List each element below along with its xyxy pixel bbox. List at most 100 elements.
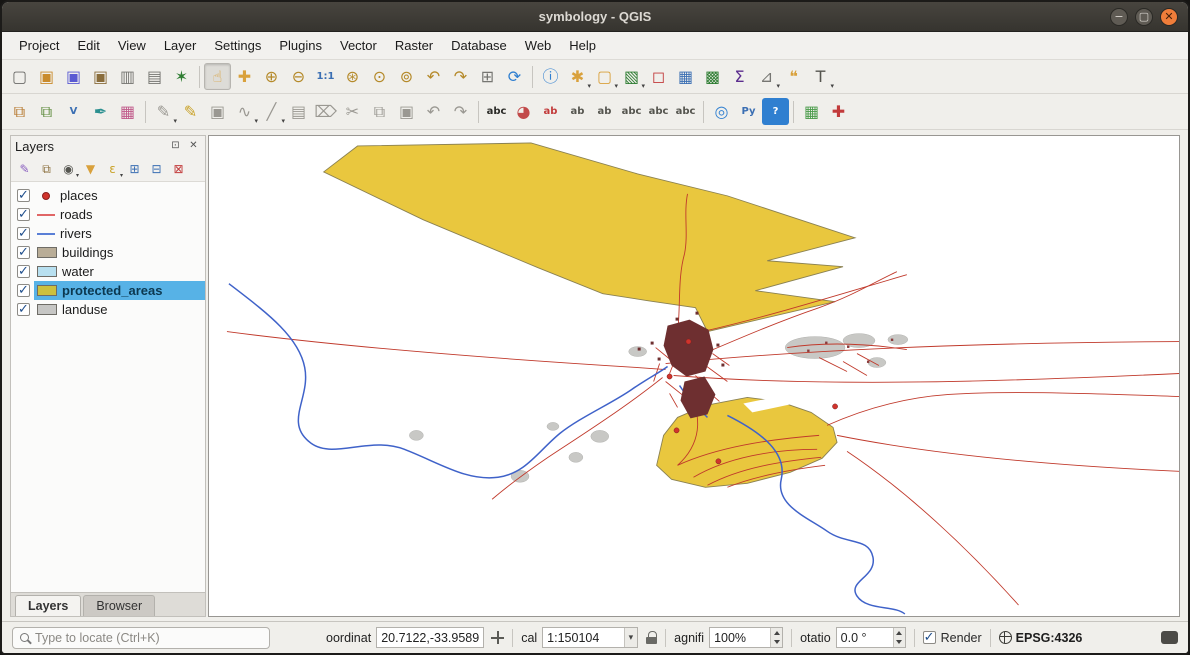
save-project-icon[interactable]: ▣ <box>60 63 87 90</box>
title-bar[interactable]: symbology - QGIS −▢✕ <box>2 2 1188 32</box>
select-features-icon[interactable]: ▢ <box>591 63 618 90</box>
pan-to-selection-icon[interactable]: ✚ <box>231 63 258 90</box>
menu-settings[interactable]: Settings <box>205 34 270 57</box>
layer-checkbox[interactable] <box>17 284 30 297</box>
text-annotation-icon[interactable]: T <box>807 63 834 90</box>
collapse-all-icon[interactable]: ⊟ <box>146 158 167 179</box>
menu-edit[interactable]: Edit <box>68 34 108 57</box>
layer-labeling-icon[interactable]: abc <box>483 98 510 125</box>
minimize-button[interactable]: − <box>1110 8 1128 26</box>
crs-label[interactable]: EPSG:4326 <box>1016 631 1083 645</box>
current-edits-icon[interactable]: ✎ <box>150 98 177 125</box>
tab-browser[interactable]: Browser <box>83 595 155 616</box>
magnifier-input[interactable] <box>710 628 770 647</box>
new-project-icon[interactable]: ▢ <box>6 63 33 90</box>
refresh-icon[interactable]: ⟳ <box>501 63 528 90</box>
menu-database[interactable]: Database <box>442 34 516 57</box>
layer-rivers[interactable]: rivers <box>17 224 205 243</box>
menu-plugins[interactable]: Plugins <box>270 34 331 57</box>
new-geopackage-layer-icon[interactable]: ✒ <box>87 98 114 125</box>
help-icon[interactable]: ? <box>762 98 789 125</box>
change-label-icon[interactable]: abc <box>672 98 699 125</box>
add-vector-layer-icon[interactable]: ⧉ <box>33 98 60 125</box>
style-manager-icon[interactable]: ✶ <box>168 63 195 90</box>
scale-combo[interactable] <box>542 627 638 648</box>
delete-selected-icon[interactable]: ⌦ <box>312 98 339 125</box>
layer-row-body[interactable]: roads <box>34 205 205 224</box>
chevron-down-icon[interactable] <box>624 628 638 647</box>
new-map-view-icon[interactable]: ⊞ <box>474 63 501 90</box>
copy-features-icon[interactable]: ⧉ <box>366 98 393 125</box>
zoom-next-icon[interactable]: ↷ <box>447 63 474 90</box>
zoom-full-icon[interactable]: ⊛ <box>339 63 366 90</box>
show-layout-manager-icon[interactable]: ▤ <box>141 63 168 90</box>
layer-checkbox[interactable] <box>17 227 30 240</box>
layer-row-body[interactable]: water <box>34 262 205 281</box>
spinner-arrows[interactable] <box>770 628 782 647</box>
layer-row-body[interactable]: buildings <box>34 243 205 262</box>
maximize-button[interactable]: ▢ <box>1135 8 1153 26</box>
tab-layers[interactable]: Layers <box>15 595 81 616</box>
menu-project[interactable]: Project <box>10 34 68 57</box>
open-data-source-manager-icon[interactable]: ⧉ <box>6 98 33 125</box>
messages-icon[interactable] <box>1161 631 1178 644</box>
layer-checkbox[interactable] <box>17 208 30 221</box>
remove-layer-icon[interactable]: ⊠ <box>168 158 189 179</box>
filter-by-expression-icon[interactable]: ε <box>102 158 123 179</box>
zoom-native-icon[interactable]: 1:1 <box>312 63 339 90</box>
crs-icon[interactable] <box>999 631 1012 644</box>
menu-vector[interactable]: Vector <box>331 34 386 57</box>
open-attribute-table-icon[interactable]: ▦ <box>672 63 699 90</box>
digitize-with-segment-icon[interactable]: ∿ <box>231 98 258 125</box>
new-virtual-layer-icon[interactable]: ▦ <box>114 98 141 125</box>
show-hidden-labels-icon[interactable]: ab <box>591 98 618 125</box>
zoom-to-layer-icon[interactable]: ⊚ <box>393 63 420 90</box>
toggle-editing-icon[interactable]: ✎ <box>177 98 204 125</box>
layer-row-body[interactable]: rivers <box>34 224 205 243</box>
layer-checkbox[interactable] <box>17 246 30 259</box>
float-panel-icon[interactable]: ⊡ <box>168 139 183 154</box>
modify-attributes-icon[interactable]: ▤ <box>285 98 312 125</box>
spinner-arrows[interactable] <box>893 628 905 647</box>
run-feature-action-icon[interactable]: ✱ <box>564 63 591 90</box>
open-project-icon[interactable]: ▣ <box>33 63 60 90</box>
render-checkbox[interactable] <box>923 631 936 644</box>
spin-down-icon[interactable] <box>894 638 905 648</box>
cut-features-icon[interactable]: ✂ <box>339 98 366 125</box>
menu-help[interactable]: Help <box>560 34 605 57</box>
zoom-in-icon[interactable]: ⊕ <box>258 63 285 90</box>
layer-row-body[interactable]: landuse <box>34 300 205 319</box>
open-layer-styling-icon[interactable]: ✎ <box>14 158 35 179</box>
menu-layer[interactable]: Layer <box>155 34 206 57</box>
identify-features-icon[interactable]: ⓘ <box>537 63 564 90</box>
open-field-calculator-icon[interactable]: ▩ <box>699 63 726 90</box>
zoom-out-icon[interactable]: ⊖ <box>285 63 312 90</box>
layer-protected-areas[interactable]: protected_areas <box>17 281 205 300</box>
locate-input[interactable] <box>35 631 262 645</box>
extent-toggle-icon[interactable] <box>491 631 504 644</box>
deselect-features-icon[interactable]: ◻ <box>645 63 672 90</box>
expand-all-icon[interactable]: ⊞ <box>124 158 145 179</box>
coordinate-input[interactable] <box>376 627 484 648</box>
statistics-icon[interactable]: Σ <box>726 63 753 90</box>
close-button[interactable]: ✕ <box>1160 8 1178 26</box>
new-print-layout-icon[interactable]: ▥ <box>114 63 141 90</box>
lock-scale-icon[interactable] <box>646 631 657 644</box>
python-console-icon[interactable]: Py <box>735 98 762 125</box>
filter-legend-icon[interactable]: ▼ <box>80 158 101 179</box>
layer-row-body[interactable]: places <box>34 186 205 205</box>
redo-icon[interactable]: ↷ <box>447 98 474 125</box>
map-canvas[interactable] <box>208 135 1180 617</box>
save-project-as-icon[interactable]: ▣ <box>87 63 114 90</box>
pan-map-icon[interactable]: ☝ <box>204 63 231 90</box>
select-by-expression-icon[interactable]: ▧ <box>618 63 645 90</box>
add-group-icon[interactable]: ⧉ <box>36 158 57 179</box>
zoom-to-selection-icon[interactable]: ⊙ <box>366 63 393 90</box>
rotation-spinbox[interactable] <box>836 627 906 648</box>
vertex-tool-icon[interactable]: ╱ <box>258 98 285 125</box>
menu-view[interactable]: View <box>109 34 155 57</box>
scale-input[interactable] <box>543 628 623 647</box>
paste-features-icon[interactable]: ▣ <box>393 98 420 125</box>
menu-web[interactable]: Web <box>516 34 561 57</box>
pin-labels-icon[interactable]: ab <box>564 98 591 125</box>
